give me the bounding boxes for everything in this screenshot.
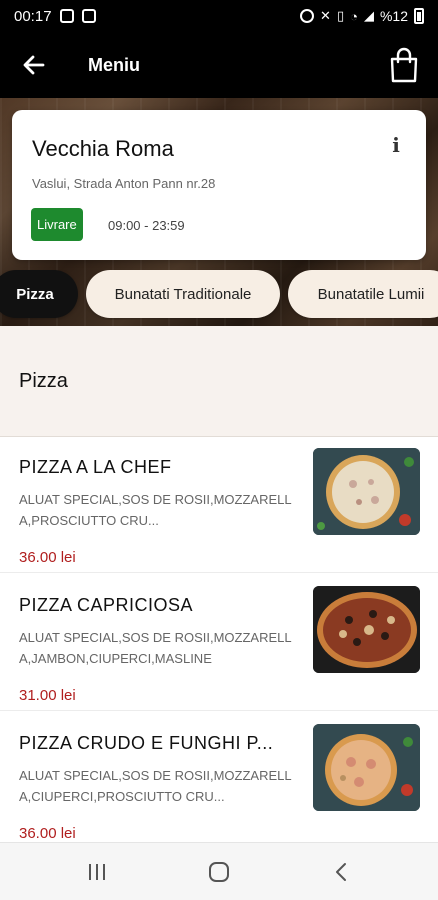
product-item[interactable]: PIZZA CRUDO E FUNGHI P... ALUAT SPECIAL,… <box>0 713 438 849</box>
product-description: ALUAT SPECIAL,SOS DE ROSII,MOZZARELLA,JA… <box>19 630 292 666</box>
wifi-icon: ◔ <box>350 8 358 24</box>
section-title: Pizza <box>19 370 68 392</box>
product-name: PIZZA CAPRICIOSA <box>19 595 194 615</box>
volte-icon: ▯ <box>336 8 345 23</box>
status-bar: 00:17 ✕ ▯ ◔ ◢ %12 <box>0 0 438 32</box>
product-item[interactable]: PIZZA A LA CHEF ALUAT SPECIAL,SOS DE ROS… <box>0 437 438 573</box>
section-header: Pizza <box>0 326 438 437</box>
alarm-icon <box>300 9 315 23</box>
product-description: ALUAT SPECIAL,SOS DE ROSII,MOZZARELLA,PR… <box>19 492 292 528</box>
home-icon <box>209 862 229 882</box>
tab-bunatati-traditionale[interactable]: Bunatati Traditionale <box>86 270 280 318</box>
battery-icon <box>414 8 424 24</box>
back-nav-button[interactable] <box>316 855 366 889</box>
product-price: 31.00 lei <box>19 687 76 704</box>
back-button[interactable] <box>8 39 60 91</box>
app-bar: Meniu <box>0 32 438 98</box>
product-image <box>313 724 420 811</box>
restaurant-address: Vaslui, Strada Anton Pann nr.28 <box>32 176 216 191</box>
product-item[interactable]: PIZZA CAPRICIOSA ALUAT SPECIAL,SOS DE RO… <box>0 575 438 711</box>
home-button[interactable] <box>194 855 244 889</box>
page-title: Meniu <box>88 54 140 75</box>
shopping-bag-icon <box>390 47 418 83</box>
battery-percent: %12 <box>379 8 408 24</box>
restaurant-name: Vecchia Roma <box>32 136 174 161</box>
product-price: 36.00 lei <box>19 825 76 842</box>
cart-button[interactable] <box>384 43 424 87</box>
delivery-badge: Livrare <box>31 208 83 241</box>
opening-hours: 09:00 - 23:59 <box>108 218 185 233</box>
product-name: PIZZA CRUDO E FUNGHI P... <box>19 733 274 753</box>
system-navigation-bar <box>0 842 438 900</box>
arrow-left-icon <box>23 55 45 75</box>
product-image <box>313 586 420 673</box>
product-price: 36.00 lei <box>19 549 76 566</box>
info-icon[interactable]: i <box>384 132 408 158</box>
restaurant-info-card: Vecchia Roma i Vaslui, Strada Anton Pann… <box>12 110 426 260</box>
tab-bunatatile-lumii[interactable]: Bunatatile Lumii <box>288 270 438 318</box>
image-icon <box>81 9 96 23</box>
tab-pizza[interactable]: Pizza <box>0 270 78 318</box>
signal-icon: ◢ <box>363 8 374 23</box>
product-image <box>313 448 420 535</box>
product-name: PIZZA A LA CHEF <box>19 457 172 477</box>
mute-icon: ✕ <box>320 8 331 23</box>
category-tabs: Pizza Bunatati Traditionale Bunatatile L… <box>0 270 438 320</box>
instagram-icon <box>59 9 74 23</box>
recent-apps-button[interactable] <box>72 855 122 889</box>
status-time: 00:17 <box>14 7 52 25</box>
back-nav-icon <box>336 863 346 881</box>
recent-apps-icon <box>89 864 105 880</box>
product-description: ALUAT SPECIAL,SOS DE ROSII,MOZZARELLA,CI… <box>19 768 292 804</box>
